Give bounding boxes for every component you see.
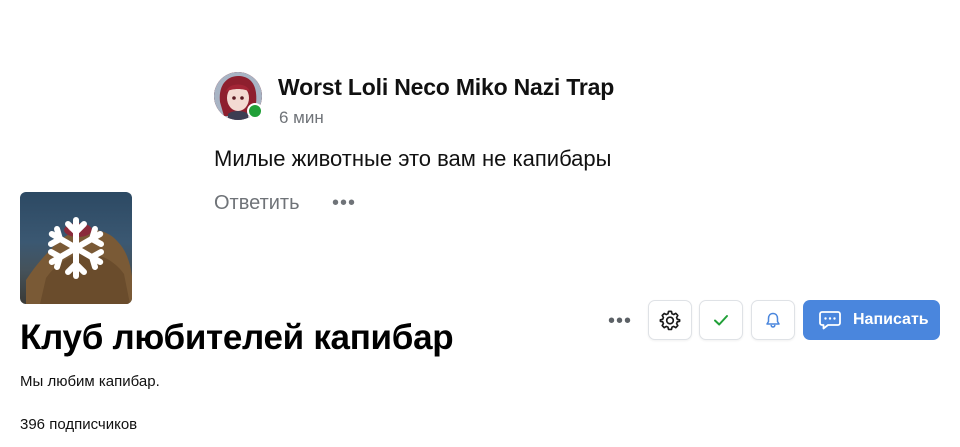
- online-status-indicator: [247, 103, 263, 119]
- check-icon: [714, 315, 728, 326]
- comment-author-avatar[interactable]: [214, 72, 263, 120]
- reply-link[interactable]: Ответить: [214, 192, 300, 215]
- club-title: Клуб любителей капибар: [20, 318, 454, 357]
- club-avatar[interactable]: [20, 192, 132, 304]
- message-icon: [819, 311, 841, 330]
- bell-icon: [766, 312, 780, 328]
- more-options-icon[interactable]: •••: [606, 310, 634, 332]
- comment-timestamp[interactable]: 6 мин: [279, 108, 324, 128]
- settings-button[interactable]: [648, 300, 692, 340]
- subscribers-count[interactable]: 396 подписчиков: [20, 416, 137, 433]
- write-message-label: Написать: [853, 311, 929, 328]
- subscribed-button[interactable]: [699, 300, 743, 340]
- snowflake-icon: [20, 192, 132, 304]
- club-description: Мы любим капибар.: [20, 373, 160, 390]
- comment-author-name[interactable]: Worst Loli Neco Miko Nazi Trap: [278, 74, 614, 101]
- comment-text: Милые животные это вам не капибары: [214, 146, 612, 171]
- gear-icon: [659, 310, 681, 331]
- write-message-button[interactable]: Написать: [803, 300, 940, 340]
- notifications-button[interactable]: [751, 300, 795, 340]
- comment-more-icon[interactable]: •••: [332, 192, 356, 215]
